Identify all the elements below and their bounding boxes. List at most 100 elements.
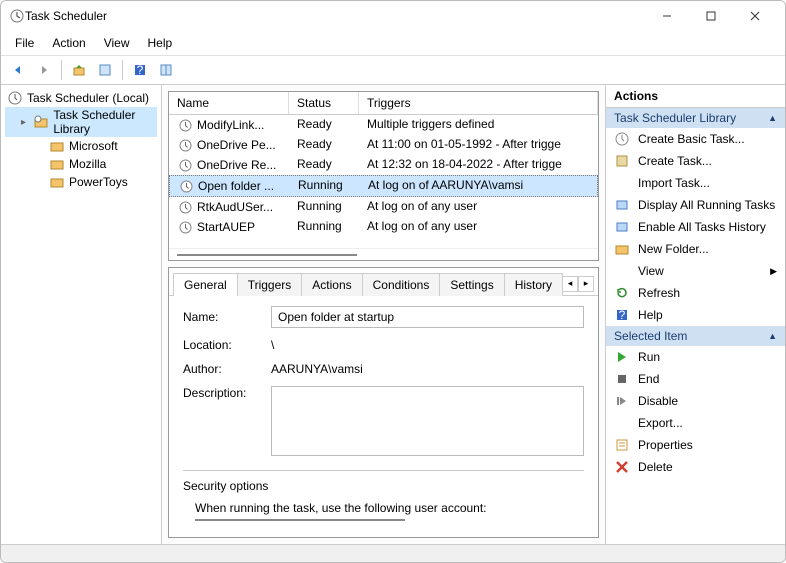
action-import[interactable]: Import Task... <box>606 172 785 194</box>
properties-toolbar-icon[interactable] <box>94 59 116 81</box>
task-clock-icon <box>177 137 193 153</box>
section-library[interactable]: Task Scheduler Library ▲ <box>606 108 785 128</box>
tab-scroll-left[interactable]: ◂ <box>562 276 578 292</box>
task-clock-icon <box>177 219 193 235</box>
tab-actions[interactable]: Actions <box>301 273 362 296</box>
section-selected-label: Selected Item <box>614 329 687 343</box>
col-triggers[interactable]: Triggers <box>359 92 598 114</box>
action-disable[interactable]: Disable <box>606 390 785 412</box>
label: Export... <box>638 416 683 430</box>
tree-library-label: Task Scheduler Library <box>53 108 155 136</box>
task-icon <box>614 153 630 169</box>
label: View <box>638 264 664 278</box>
folder-icon <box>49 174 65 190</box>
horizontal-scrollbar[interactable] <box>169 248 598 260</box>
help-toolbar-icon[interactable]: ? <box>129 59 151 81</box>
task-row[interactable]: OneDrive Pe...ReadyAt 11:00 on 01-05-199… <box>169 135 598 155</box>
name-field[interactable] <box>271 306 584 328</box>
refresh-icon <box>614 285 630 301</box>
tree-item-microsoft[interactable]: Microsoft <box>5 137 157 155</box>
task-name: StartAUEP <box>197 220 255 234</box>
preview-pane-icon[interactable] <box>155 59 177 81</box>
action-run[interactable]: Run <box>606 346 785 368</box>
chevron-right-icon[interactable]: ▸ <box>21 117 29 128</box>
back-button[interactable] <box>7 59 29 81</box>
minimize-button[interactable] <box>645 1 689 31</box>
security-title: Security options <box>183 479 584 493</box>
task-clock-icon <box>177 199 193 215</box>
running-icon <box>614 197 630 213</box>
action-properties[interactable]: Properties <box>606 434 785 456</box>
tab-triggers[interactable]: Triggers <box>237 273 303 296</box>
task-row[interactable]: Open folder ...RunningAt log on of AARUN… <box>169 175 598 197</box>
action-new-folder[interactable]: New Folder... <box>606 238 785 260</box>
tab-settings[interactable]: Settings <box>439 273 504 296</box>
col-status[interactable]: Status <box>289 92 359 114</box>
label: Refresh <box>638 286 680 300</box>
action-help[interactable]: ?Help <box>606 304 785 326</box>
action-delete[interactable]: Delete <box>606 456 785 478</box>
collapse-icon: ▲ <box>768 331 777 341</box>
tree-library[interactable]: ▸ Task Scheduler Library <box>5 107 157 137</box>
section-selected[interactable]: Selected Item ▲ <box>606 326 785 346</box>
task-row[interactable]: StartAUEPRunningAt log on of any user <box>169 217 598 237</box>
task-rows: ModifyLink...ReadyMultiple triggers defi… <box>169 115 598 248</box>
maximize-button[interactable] <box>689 1 733 31</box>
task-row[interactable]: RtkAudUSer...RunningAt log on of any use… <box>169 197 598 217</box>
action-create-basic[interactable]: Create Basic Task... <box>606 128 785 150</box>
task-name: Open folder ... <box>198 179 274 193</box>
folder-icon <box>49 138 65 154</box>
action-export[interactable]: Export... <box>606 412 785 434</box>
menu-file[interactable]: File <box>7 33 42 53</box>
tab-general[interactable]: General <box>173 273 238 296</box>
tree-item-mozilla[interactable]: Mozilla <box>5 155 157 173</box>
task-status: Running <box>289 198 359 216</box>
tree-item-powertoys[interactable]: PowerToys <box>5 173 157 191</box>
col-name[interactable]: Name <box>169 92 289 114</box>
up-button[interactable] <box>68 59 90 81</box>
description-label: Description: <box>183 386 263 400</box>
tab-scroll-right[interactable]: ▸ <box>578 276 594 292</box>
task-header: Name Status Triggers <box>169 92 598 115</box>
menu-view[interactable]: View <box>96 33 138 53</box>
label: Display All Running Tasks <box>638 198 775 212</box>
menu-help[interactable]: Help <box>140 33 181 53</box>
action-refresh[interactable]: Refresh <box>606 282 785 304</box>
task-name: RtkAudUSer... <box>197 200 273 214</box>
label: Properties <box>638 438 693 452</box>
task-status: Running <box>290 177 360 195</box>
svg-text:?: ? <box>137 63 144 77</box>
task-status: Running <box>289 218 359 236</box>
description-field[interactable] <box>271 386 584 456</box>
tab-history[interactable]: History <box>504 273 563 296</box>
task-status: Ready <box>289 156 359 174</box>
task-row[interactable]: ModifyLink...ReadyMultiple triggers defi… <box>169 115 598 135</box>
task-name: OneDrive Re... <box>197 158 276 172</box>
action-create[interactable]: Create Task... <box>606 150 785 172</box>
toolbar-separator <box>122 60 123 80</box>
action-end[interactable]: End <box>606 368 785 390</box>
close-button[interactable] <box>733 1 777 31</box>
action-view[interactable]: View▶ <box>606 260 785 282</box>
task-status: Ready <box>289 136 359 154</box>
action-enable-history[interactable]: Enable All Tasks History <box>606 216 785 238</box>
tree-root[interactable]: Task Scheduler (Local) <box>5 89 157 107</box>
section-library-label: Task Scheduler Library <box>614 111 736 125</box>
general-tab-body: Name: Location: \ Author: AARUNYA\vamsi … <box>169 296 598 537</box>
task-list: Name Status Triggers ModifyLink...ReadyM… <box>168 91 599 261</box>
folder-icon <box>49 156 65 172</box>
tree-item-label: Mozilla <box>69 157 106 171</box>
menu-action[interactable]: Action <box>44 33 93 53</box>
security-underline <box>195 519 405 521</box>
label: Delete <box>638 460 673 474</box>
forward-button[interactable] <box>33 59 55 81</box>
security-text: When running the task, use the following… <box>183 501 584 515</box>
action-display-running[interactable]: Display All Running Tasks <box>606 194 785 216</box>
label: Run <box>638 350 660 364</box>
toolbar: ? <box>1 56 785 85</box>
task-row[interactable]: OneDrive Re...ReadyAt 12:32 on 18-04-202… <box>169 155 598 175</box>
tab-conditions[interactable]: Conditions <box>362 273 441 296</box>
location-label: Location: <box>183 338 263 352</box>
author-label: Author: <box>183 362 263 376</box>
location-value: \ <box>271 338 274 352</box>
